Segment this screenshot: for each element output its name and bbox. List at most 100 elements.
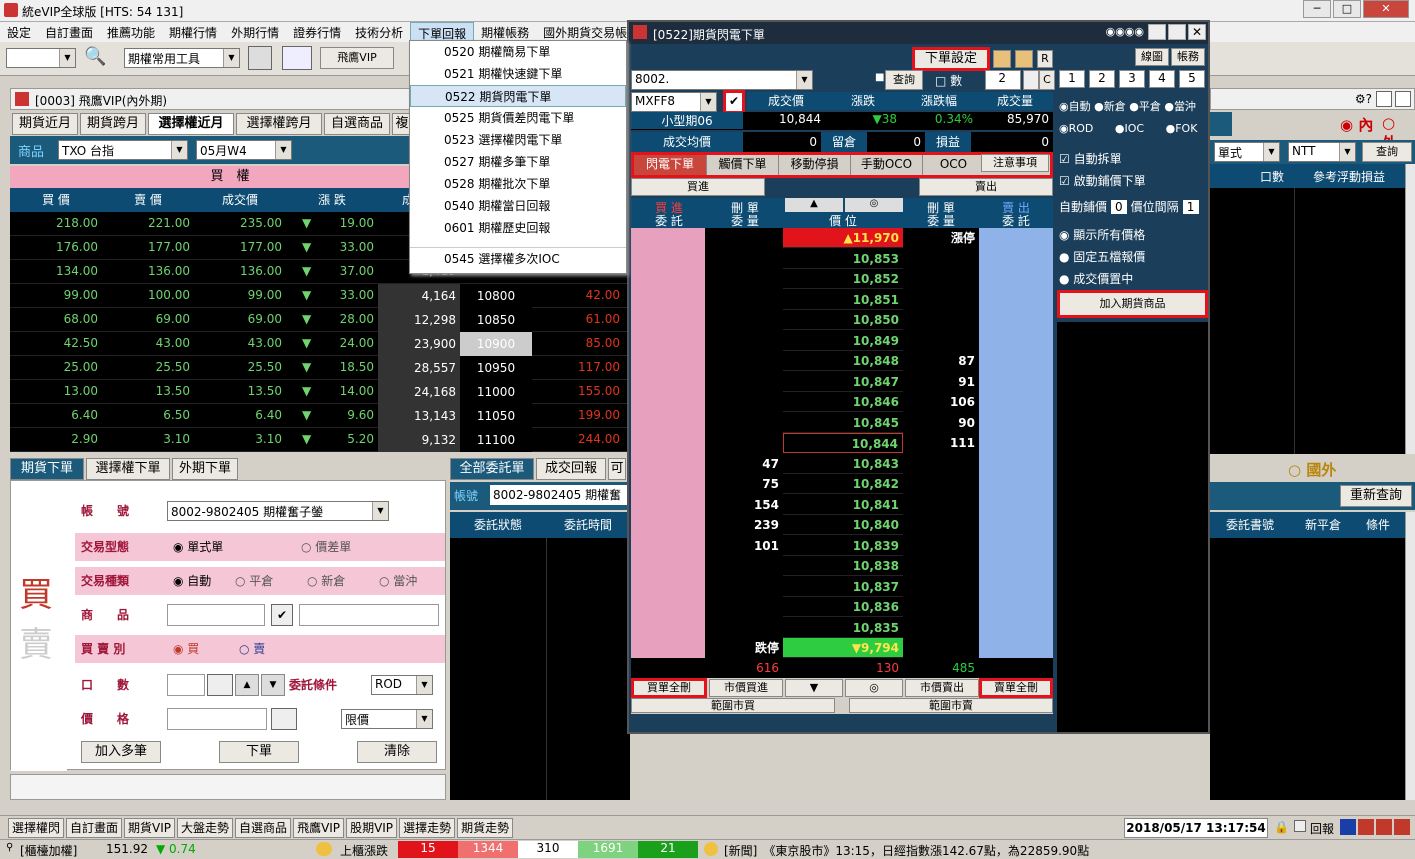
layout3-icon[interactable] bbox=[1376, 819, 1392, 835]
settings-icon[interactable]: ⚙? bbox=[1355, 92, 1372, 106]
table-row[interactable]: 68.00 69.00 69.00 ▼ 28.00 12,298 10850 61.00 bbox=[10, 308, 630, 332]
preset-5-button[interactable]: 5 bbox=[1179, 70, 1205, 88]
right-type-combo[interactable]: 單式 bbox=[1214, 142, 1280, 162]
table-row[interactable]: 6.40 6.50 6.40 ▼ 9.60 13,143 11050 199.00 bbox=[10, 404, 630, 428]
report-label[interactable]: 回報 bbox=[1310, 820, 1334, 837]
ask-qty[interactable] bbox=[903, 638, 979, 658]
bid-qty[interactable] bbox=[707, 269, 783, 289]
ladder-price[interactable]: 10,849 bbox=[783, 331, 903, 351]
status-tab[interactable]: 股期VIP bbox=[346, 818, 398, 838]
month-combo[interactable]: 05月W4 bbox=[196, 140, 292, 160]
add-window-icon[interactable] bbox=[282, 46, 312, 70]
status-tab[interactable]: 自訂畫面 bbox=[66, 818, 123, 838]
qty-keypad-icon[interactable] bbox=[207, 674, 233, 696]
tab-foreign-order[interactable]: 外期下單 bbox=[172, 458, 238, 480]
lw-close-button[interactable]: ✕ bbox=[1188, 24, 1206, 40]
symbol-combo[interactable]: MXFF8 bbox=[631, 92, 717, 112]
ladder-price[interactable]: 10,843 bbox=[783, 454, 903, 474]
layout2-icon[interactable] bbox=[1358, 819, 1374, 835]
bid-qty[interactable] bbox=[707, 556, 783, 576]
ladder-center-button[interactable]: ◎ bbox=[845, 198, 903, 212]
tab-opt-cross[interactable]: 選擇權跨月 bbox=[236, 113, 322, 135]
ladder-price[interactable]: 10,845 bbox=[783, 413, 903, 433]
ladder-price[interactable]: ▲11,970 bbox=[783, 228, 903, 248]
preset-3-button[interactable]: 3 bbox=[1119, 70, 1145, 88]
bid-qty[interactable]: 154 bbox=[707, 495, 783, 515]
market-sell-button[interactable]: 市價賣出 bbox=[905, 679, 979, 697]
ladder-price[interactable]: 10,841 bbox=[783, 495, 903, 515]
menu-item[interactable]: 0527 期權多筆下單 bbox=[410, 151, 626, 173]
ladder-price[interactable]: 10,848 bbox=[783, 351, 903, 371]
bid-qty[interactable] bbox=[707, 413, 783, 433]
bid-qty[interactable] bbox=[707, 310, 783, 330]
tif-rod-radio[interactable]: ◉ROD bbox=[1059, 122, 1093, 135]
right-query-tab[interactable] bbox=[1210, 112, 1232, 136]
bid-qty[interactable]: 47 bbox=[707, 454, 783, 474]
range-buy-button[interactable]: 範圍市買 bbox=[631, 698, 835, 713]
layout4-icon[interactable] bbox=[1394, 819, 1410, 835]
side-buy-radio[interactable]: ◉ 買 bbox=[173, 640, 199, 657]
account-combo[interactable]: 8002-9802405 期權奮子鎣 bbox=[167, 501, 389, 521]
status-tab[interactable]: 飛鷹VIP bbox=[293, 818, 345, 838]
news-ticker[interactable]: [新聞] 《東京股市》13:15，日經指數漲142.67點，為22859.90點 bbox=[724, 842, 1089, 859]
bid-qty[interactable] bbox=[707, 331, 783, 351]
tab-trigger[interactable]: 觸價下單 bbox=[706, 155, 778, 175]
tab-oco[interactable]: OCO bbox=[922, 155, 984, 175]
tab-trailing[interactable]: 移動停損 bbox=[778, 155, 850, 175]
tab-fut-near[interactable]: 期貨近月 bbox=[12, 113, 78, 135]
buy-order-column[interactable] bbox=[631, 228, 705, 658]
lw-minimize-button[interactable] bbox=[1148, 24, 1166, 40]
ladder-price[interactable]: 10,847 bbox=[783, 372, 903, 392]
tab-all-orders[interactable]: 全部委託單 bbox=[450, 458, 534, 480]
buy-header-button[interactable]: 買進 bbox=[631, 178, 765, 196]
ask-qty[interactable] bbox=[903, 290, 979, 310]
ask-qty[interactable] bbox=[903, 454, 979, 474]
status-tab[interactable]: 大盤走勢 bbox=[177, 818, 234, 838]
chart-button[interactable]: 線圖 bbox=[1135, 48, 1169, 66]
ladder-order-check[interactable]: ☑ 啟動鋪價下單 bbox=[1059, 172, 1146, 189]
auto-fill-input[interactable]: 0 bbox=[1110, 200, 1127, 214]
status-tab[interactable]: 自選商品 bbox=[235, 818, 292, 838]
ask-qty[interactable] bbox=[903, 269, 979, 289]
lock-icon[interactable]: 🔒 bbox=[1274, 820, 1289, 834]
submit-order-button[interactable]: 下單 bbox=[219, 741, 299, 763]
status-tab[interactable]: 選擇走勢 bbox=[399, 818, 456, 838]
ladder-price[interactable]: 10,839 bbox=[783, 536, 903, 556]
ladder-price[interactable]: ▼9,794 bbox=[783, 638, 903, 658]
bid-qty[interactable]: 跌停 bbox=[707, 638, 783, 658]
bid-qty[interactable] bbox=[707, 433, 783, 453]
ask-qty[interactable] bbox=[903, 618, 979, 638]
right-scrollbar-2[interactable] bbox=[1405, 512, 1415, 800]
menu-stock[interactable]: 證券行情 bbox=[286, 22, 348, 42]
lw-query-button[interactable]: 查詢 bbox=[885, 70, 923, 90]
menu-custom[interactable]: 自訂畫面 bbox=[38, 22, 100, 42]
account-button[interactable]: 帳務 bbox=[1171, 48, 1205, 66]
tab-watchlist[interactable]: 自選商品 bbox=[324, 113, 390, 135]
r-button[interactable]: R bbox=[1037, 50, 1053, 68]
menu-item[interactable]: 0521 期權快速鍵下單 bbox=[410, 63, 626, 85]
bid-qty[interactable] bbox=[707, 290, 783, 310]
table-row[interactable]: 42.50 43.00 43.00 ▼ 24.00 23,900 10900 85.00 bbox=[10, 332, 630, 356]
center-last-radio[interactable]: ● 成交價置中 bbox=[1059, 270, 1133, 287]
ask-qty[interactable] bbox=[903, 331, 979, 351]
show-all-radio[interactable]: ◉ 顯示所有價格 bbox=[1059, 226, 1145, 243]
right-scrollbar[interactable] bbox=[1405, 164, 1415, 454]
c-button[interactable]: C bbox=[1039, 70, 1055, 90]
bid-qty[interactable] bbox=[707, 372, 783, 392]
gap-input[interactable]: 1 bbox=[1182, 200, 1199, 214]
ask-qty[interactable]: 111 bbox=[903, 433, 979, 453]
bid-qty[interactable]: 239 bbox=[707, 515, 783, 535]
ask-qty[interactable] bbox=[903, 536, 979, 556]
bid-qty[interactable] bbox=[707, 228, 783, 248]
preset-2-button[interactable]: 2 bbox=[1089, 70, 1115, 88]
ladder-price[interactable]: 10,837 bbox=[783, 577, 903, 597]
qty-input[interactable] bbox=[167, 674, 205, 696]
oc-close-radio[interactable]: ●平倉 bbox=[1129, 100, 1161, 113]
product-pick-icon[interactable]: ✔ bbox=[271, 604, 293, 626]
tab-opt-order[interactable]: 選擇權下單 bbox=[86, 458, 170, 480]
ask-qty[interactable] bbox=[903, 597, 979, 617]
cond-combo[interactable]: ROD bbox=[371, 675, 433, 695]
ask-qty[interactable] bbox=[903, 495, 979, 515]
menu-order[interactable]: 下單回報 bbox=[410, 22, 475, 42]
side-sell-radio[interactable]: ○ 賣 bbox=[239, 640, 265, 657]
